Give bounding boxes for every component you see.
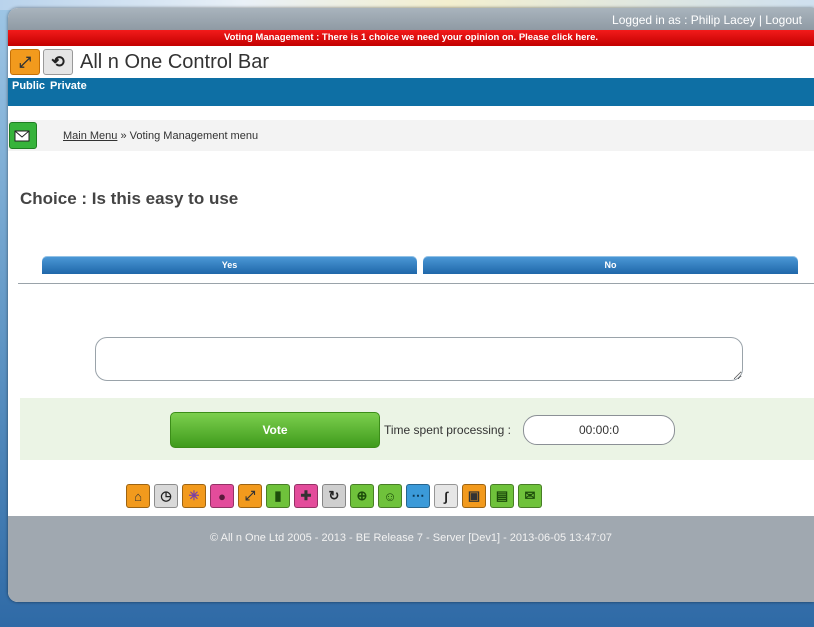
document-icon[interactable]: ▤ [490, 484, 514, 508]
signature-icon[interactable]: ∫ [434, 484, 458, 508]
calendar-icon[interactable]: ▣ [462, 484, 486, 508]
arrows-icon[interactable]: ⤢ [238, 484, 262, 508]
breadcrumb-separator: » [117, 129, 130, 142]
globe-icon[interactable]: ⊕ [350, 484, 374, 508]
sync-icon[interactable]: ⟲ [43, 49, 73, 75]
nav-private[interactable]: Private [50, 80, 87, 92]
people-icon[interactable]: ● [210, 484, 234, 508]
atom-icon[interactable]: ✳ [182, 484, 206, 508]
breadcrumb-main-menu-link[interactable]: Main Menu [63, 130, 117, 142]
vote-panel: Vote Time spent processing : 00:00:0 [20, 398, 814, 460]
brand-title: All n One Control Bar [80, 50, 269, 73]
time-spent-label: Time spent processing : [384, 423, 511, 437]
logout-link[interactable]: Logout [765, 13, 802, 27]
user-name-link[interactable]: Philip Lacey [691, 13, 756, 27]
choice-title: Choice : Is this easy to use [20, 189, 239, 208]
time-spent-field[interactable]: 00:00:0 [523, 415, 675, 445]
app-window: Logged in as : Philip Lacey | Logout Vot… [8, 8, 814, 602]
home-icon[interactable]: ⌂ [126, 484, 150, 508]
option-no-button[interactable]: No [423, 256, 798, 274]
expand-icon[interactable]: ⤢ [10, 49, 40, 75]
clock-icon[interactable]: ◷ [154, 484, 178, 508]
breadcrumb-current: Voting Management menu [129, 129, 259, 142]
vote-button[interactable]: Vote [170, 412, 380, 448]
divider [18, 283, 814, 284]
puzzle-icon[interactable]: ✚ [294, 484, 318, 508]
choice-options: Yes No [42, 256, 798, 274]
bottom-toolbar: ⌂ ◷ ✳ ● ⤢ ▮ ✚ ↻ ⊕ ☺ ⋯ ∫ ▣ ▤ ✉ [126, 484, 542, 508]
support-icon[interactable]: ☺ [378, 484, 402, 508]
login-bar: Logged in as : Philip Lacey | Logout [8, 8, 814, 30]
mail-icon[interactable]: ✉ [518, 484, 542, 508]
comment-input[interactable] [95, 337, 743, 381]
bar-chart-icon[interactable]: ▮ [266, 484, 290, 508]
breadcrumb: Main Menu » Voting Management menu [8, 120, 814, 151]
nav-bar: Public Private [8, 78, 814, 106]
option-yes-button[interactable]: Yes [42, 256, 417, 274]
logged-in-label: Logged in as : [612, 13, 691, 27]
network-icon[interactable]: ⋯ [406, 484, 430, 508]
breadcrumb-text: Main Menu » Voting Management menu [63, 130, 258, 142]
login-separator: | [755, 13, 766, 27]
refresh-icon[interactable]: ↻ [322, 484, 346, 508]
brand-row: ⤢ ⟲ All n One Control Bar [8, 46, 814, 78]
footer: © All n One Ltd 2005 - 2013 - BE Release… [8, 516, 814, 602]
mail-icon[interactable] [9, 122, 37, 149]
copyright-text: © All n One Ltd 2005 - 2013 - BE Release… [210, 532, 612, 544]
voting-alert-banner[interactable]: Voting Management : There is 1 choice we… [8, 30, 814, 46]
nav-public[interactable]: Public [12, 80, 45, 92]
